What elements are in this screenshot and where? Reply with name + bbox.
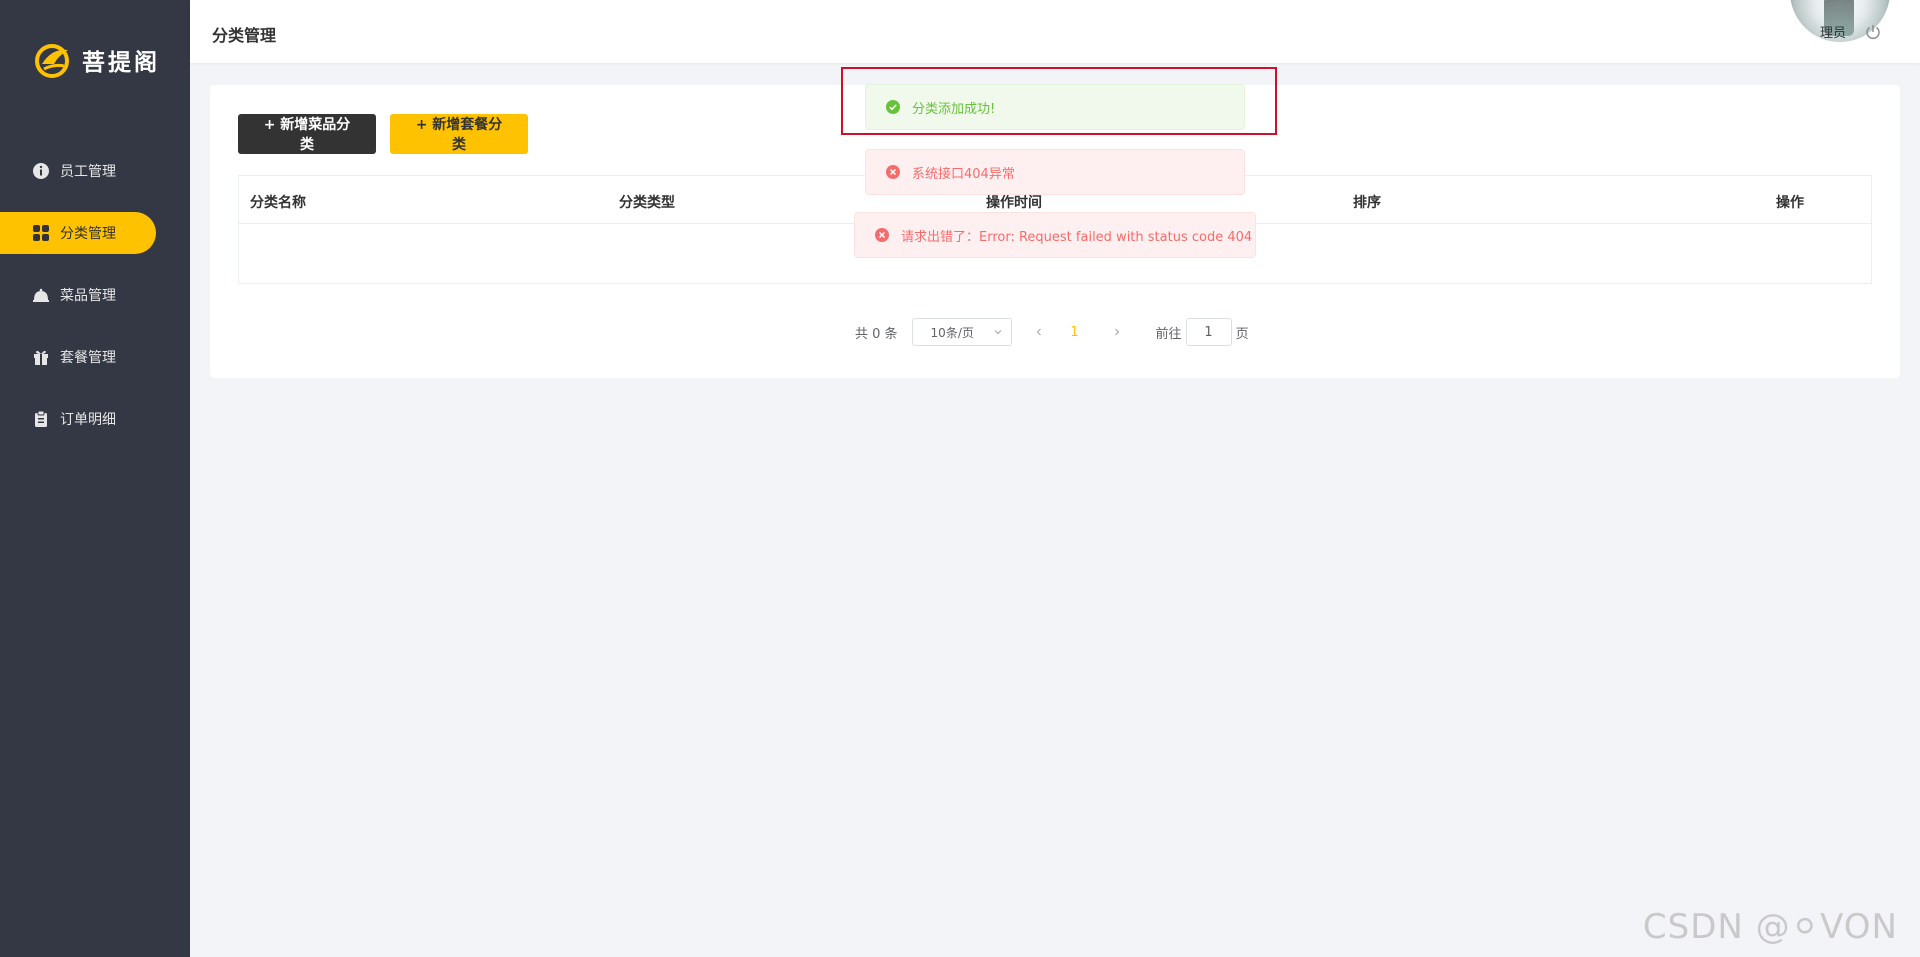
sidebar-item-label: 员工管理 xyxy=(60,164,116,180)
sidebar-item-label: 分类管理 xyxy=(60,226,116,242)
dish-cover-icon xyxy=(32,286,50,304)
add-dish-category-button[interactable]: + 新增菜品分类 xyxy=(238,114,376,154)
column-header-type: 分类类型 xyxy=(619,195,675,211)
logo: 菩提阁 xyxy=(34,42,160,78)
error-message-system: 系统接口404异常 xyxy=(865,149,1245,195)
watermark: CSDN @⚪VON xyxy=(1642,907,1898,947)
error-message-system-text: 系统接口404异常 xyxy=(912,166,1015,182)
add-setmeal-category-button[interactable]: + 新增套餐分类 xyxy=(390,114,528,154)
goto-prefix: 前往 xyxy=(1155,326,1182,342)
sidebar-item-orders[interactable]: 订单明细 xyxy=(0,398,190,440)
sidebar-item-setmeal[interactable]: 套餐管理 xyxy=(0,336,190,378)
page-title: 分类管理 xyxy=(212,26,277,45)
brand-name: 菩提阁 xyxy=(82,49,160,76)
grid-icon xyxy=(32,224,50,242)
logo-icon xyxy=(35,44,69,78)
sidebar-item-label: 订单明细 xyxy=(60,412,116,428)
page-size-select[interactable]: 10条/页 xyxy=(911,318,1012,346)
sidebar-item-label: 套餐管理 xyxy=(60,350,116,366)
error-circle-icon xyxy=(875,228,889,242)
column-header-name: 分类名称 xyxy=(250,195,306,211)
sidebar-nav: 员工管理 分类管理 菜品管理 套餐管理 订单明细 xyxy=(0,150,190,460)
next-page-button[interactable] xyxy=(1102,318,1132,346)
clipboard-icon xyxy=(32,410,50,428)
chevron-right-icon xyxy=(1114,328,1119,336)
user-area: 理员 xyxy=(1820,0,1882,63)
prev-page-button[interactable] xyxy=(1024,318,1054,346)
chevron-left-icon xyxy=(1036,328,1041,336)
column-header-sort: 排序 xyxy=(1353,195,1381,211)
chevron-down-icon xyxy=(994,330,1001,335)
column-header-time: 操作时间 xyxy=(986,195,1042,211)
pagination-total: 共 0 条 xyxy=(855,326,898,342)
sidebar-item-dish[interactable]: 菜品管理 xyxy=(0,274,190,316)
error-message-request-text: 请求出错了：Error: Request failed with status … xyxy=(901,229,1253,245)
sidebar-item-category[interactable]: 分类管理 xyxy=(0,212,156,254)
top-header: 分类管理 理员 xyxy=(190,0,1920,63)
sidebar-item-employee[interactable]: 员工管理 xyxy=(0,150,190,192)
gift-icon xyxy=(32,348,50,366)
error-message-request: 请求出错了：Error: Request failed with status … xyxy=(854,212,1256,258)
sidebar-item-label: 菜品管理 xyxy=(60,288,116,304)
column-header-actions: 操作 xyxy=(1776,195,1804,211)
pagination: 共 0 条 10条/页 1 前往 页 xyxy=(855,317,1249,347)
goto-page-input[interactable] xyxy=(1185,318,1232,346)
info-circle-icon xyxy=(32,162,50,180)
sidebar: 菩提阁 员工管理 分类管理 菜品管理 套餐管理 订单明细 xyxy=(0,0,190,957)
page-size-value: 10条/页 xyxy=(930,325,974,340)
goto-suffix: 页 xyxy=(1235,326,1249,342)
highlight-box xyxy=(841,67,1277,135)
power-icon[interactable] xyxy=(1864,23,1882,41)
error-circle-icon xyxy=(886,165,900,179)
user-name[interactable]: 理员 xyxy=(1820,22,1846,41)
page-number[interactable]: 1 xyxy=(1060,318,1090,346)
